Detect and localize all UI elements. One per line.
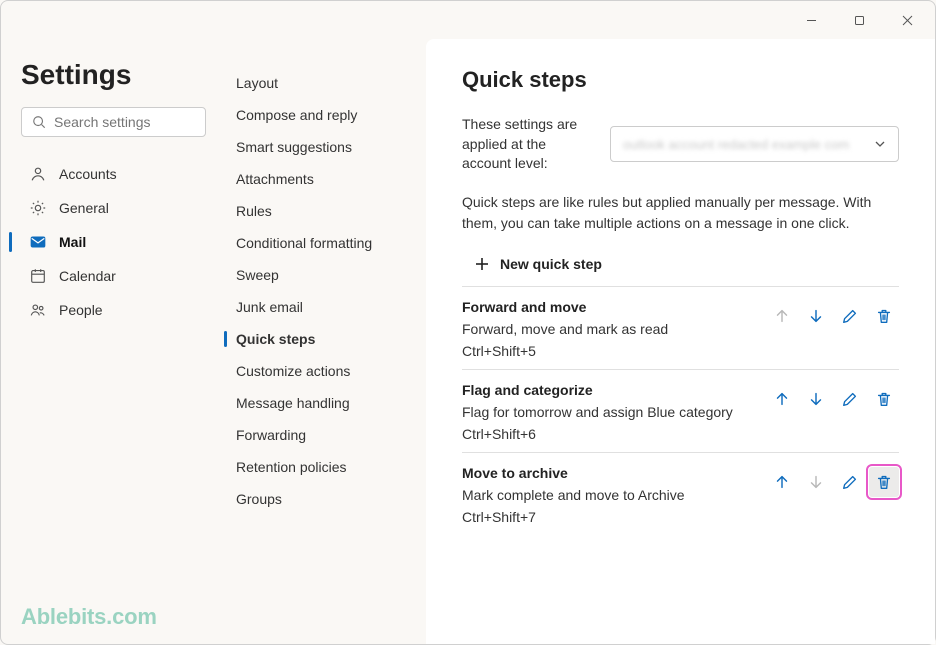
nav-label: General — [59, 200, 109, 216]
step-description: Forward, move and mark as read — [462, 321, 668, 337]
edit-button[interactable] — [835, 467, 865, 497]
people-icon — [29, 301, 47, 319]
mail-icon — [29, 233, 47, 251]
settings-title: Settings — [21, 59, 206, 91]
gear-icon — [29, 199, 47, 217]
step-shortcut: Ctrl+Shift+5 — [462, 343, 899, 359]
plus-icon — [474, 256, 490, 272]
nav-label: Calendar — [59, 268, 116, 284]
nav-calendar[interactable]: Calendar — [21, 259, 206, 293]
search-icon — [32, 115, 46, 129]
watermark: Ablebits.com — [21, 604, 157, 630]
maximize-button[interactable] — [839, 6, 879, 34]
move-up-button[interactable] — [767, 467, 797, 497]
nav-label: Mail — [59, 234, 86, 250]
page-title: Quick steps — [462, 67, 899, 93]
move-down-button[interactable] — [801, 384, 831, 414]
delete-button[interactable] — [869, 467, 899, 497]
settings-sidebar: Settings Accounts General — [1, 39, 216, 644]
new-quick-step-button[interactable]: New quick step — [462, 248, 899, 280]
subnav-item-junk-email[interactable]: Junk email — [224, 291, 418, 323]
subnav-item-sweep[interactable]: Sweep — [224, 259, 418, 291]
subnav-item-layout[interactable]: Layout — [224, 67, 418, 99]
subnav-item-retention-policies[interactable]: Retention policies — [224, 451, 418, 483]
account-scope-row: These settings are applied at the accoun… — [462, 115, 899, 174]
step-actions — [767, 301, 899, 331]
mail-subnav: LayoutCompose and replySmart suggestions… — [216, 39, 426, 644]
account-value: outlook account redacted example com — [623, 137, 849, 152]
nav-accounts[interactable]: Accounts — [21, 157, 206, 191]
delete-button[interactable] — [869, 384, 899, 414]
move-down-button — [801, 467, 831, 497]
quick-step-item: Move to archive Mark complete and move to… — [462, 452, 899, 535]
edit-button[interactable] — [835, 301, 865, 331]
step-description: Flag for tomorrow and assign Blue catego… — [462, 404, 733, 420]
subnav-item-rules[interactable]: Rules — [224, 195, 418, 227]
quick-step-item: Forward and move Forward, move and mark a… — [462, 286, 899, 369]
subnav-item-attachments[interactable]: Attachments — [224, 163, 418, 195]
delete-button[interactable] — [869, 301, 899, 331]
step-shortcut: Ctrl+Shift+6 — [462, 426, 899, 442]
primary-nav: Accounts General Mail Calendar — [21, 157, 206, 327]
subnav-item-groups[interactable]: Groups — [224, 483, 418, 515]
nav-people[interactable]: People — [21, 293, 206, 327]
subnav-item-message-handling[interactable]: Message handling — [224, 387, 418, 419]
person-icon — [29, 165, 47, 183]
step-actions — [767, 384, 899, 414]
subnav-item-smart-suggestions[interactable]: Smart suggestions — [224, 131, 418, 163]
step-actions — [767, 467, 899, 497]
content-panel: Quick steps These settings are applied a… — [426, 39, 935, 644]
nav-general[interactable]: General — [21, 191, 206, 225]
subnav-item-forwarding[interactable]: Forwarding — [224, 419, 418, 451]
calendar-icon — [29, 267, 47, 285]
page-description: Quick steps are like rules but applied m… — [462, 192, 899, 234]
nav-label: People — [59, 302, 103, 318]
edit-button[interactable] — [835, 384, 865, 414]
step-description: Mark complete and move to Archive — [462, 487, 685, 503]
step-title: Move to archive — [462, 465, 685, 481]
minimize-button[interactable] — [791, 6, 831, 34]
search-settings-box[interactable] — [21, 107, 206, 137]
step-title: Flag and categorize — [462, 382, 733, 398]
move-down-button[interactable] — [801, 301, 831, 331]
close-button[interactable] — [887, 6, 927, 34]
nav-label: Accounts — [59, 166, 117, 182]
search-input[interactable] — [54, 114, 235, 130]
subnav-item-customize-actions[interactable]: Customize actions — [224, 355, 418, 387]
subnav-item-quick-steps[interactable]: Quick steps — [224, 323, 418, 355]
move-up-button — [767, 301, 797, 331]
account-dropdown[interactable]: outlook account redacted example com — [610, 126, 899, 162]
step-shortcut: Ctrl+Shift+7 — [462, 509, 899, 525]
step-title: Forward and move — [462, 299, 668, 315]
new-step-label: New quick step — [500, 256, 602, 272]
window-titlebar — [1, 1, 935, 39]
move-up-button[interactable] — [767, 384, 797, 414]
subnav-item-compose-and-reply[interactable]: Compose and reply — [224, 99, 418, 131]
subnav-item-conditional-formatting[interactable]: Conditional formatting — [224, 227, 418, 259]
account-scope-label: These settings are applied at the accoun… — [462, 115, 592, 174]
chevron-down-icon — [874, 138, 886, 150]
quick-step-item: Flag and categorize Flag for tomorrow and… — [462, 369, 899, 452]
nav-mail[interactable]: Mail — [21, 225, 206, 259]
